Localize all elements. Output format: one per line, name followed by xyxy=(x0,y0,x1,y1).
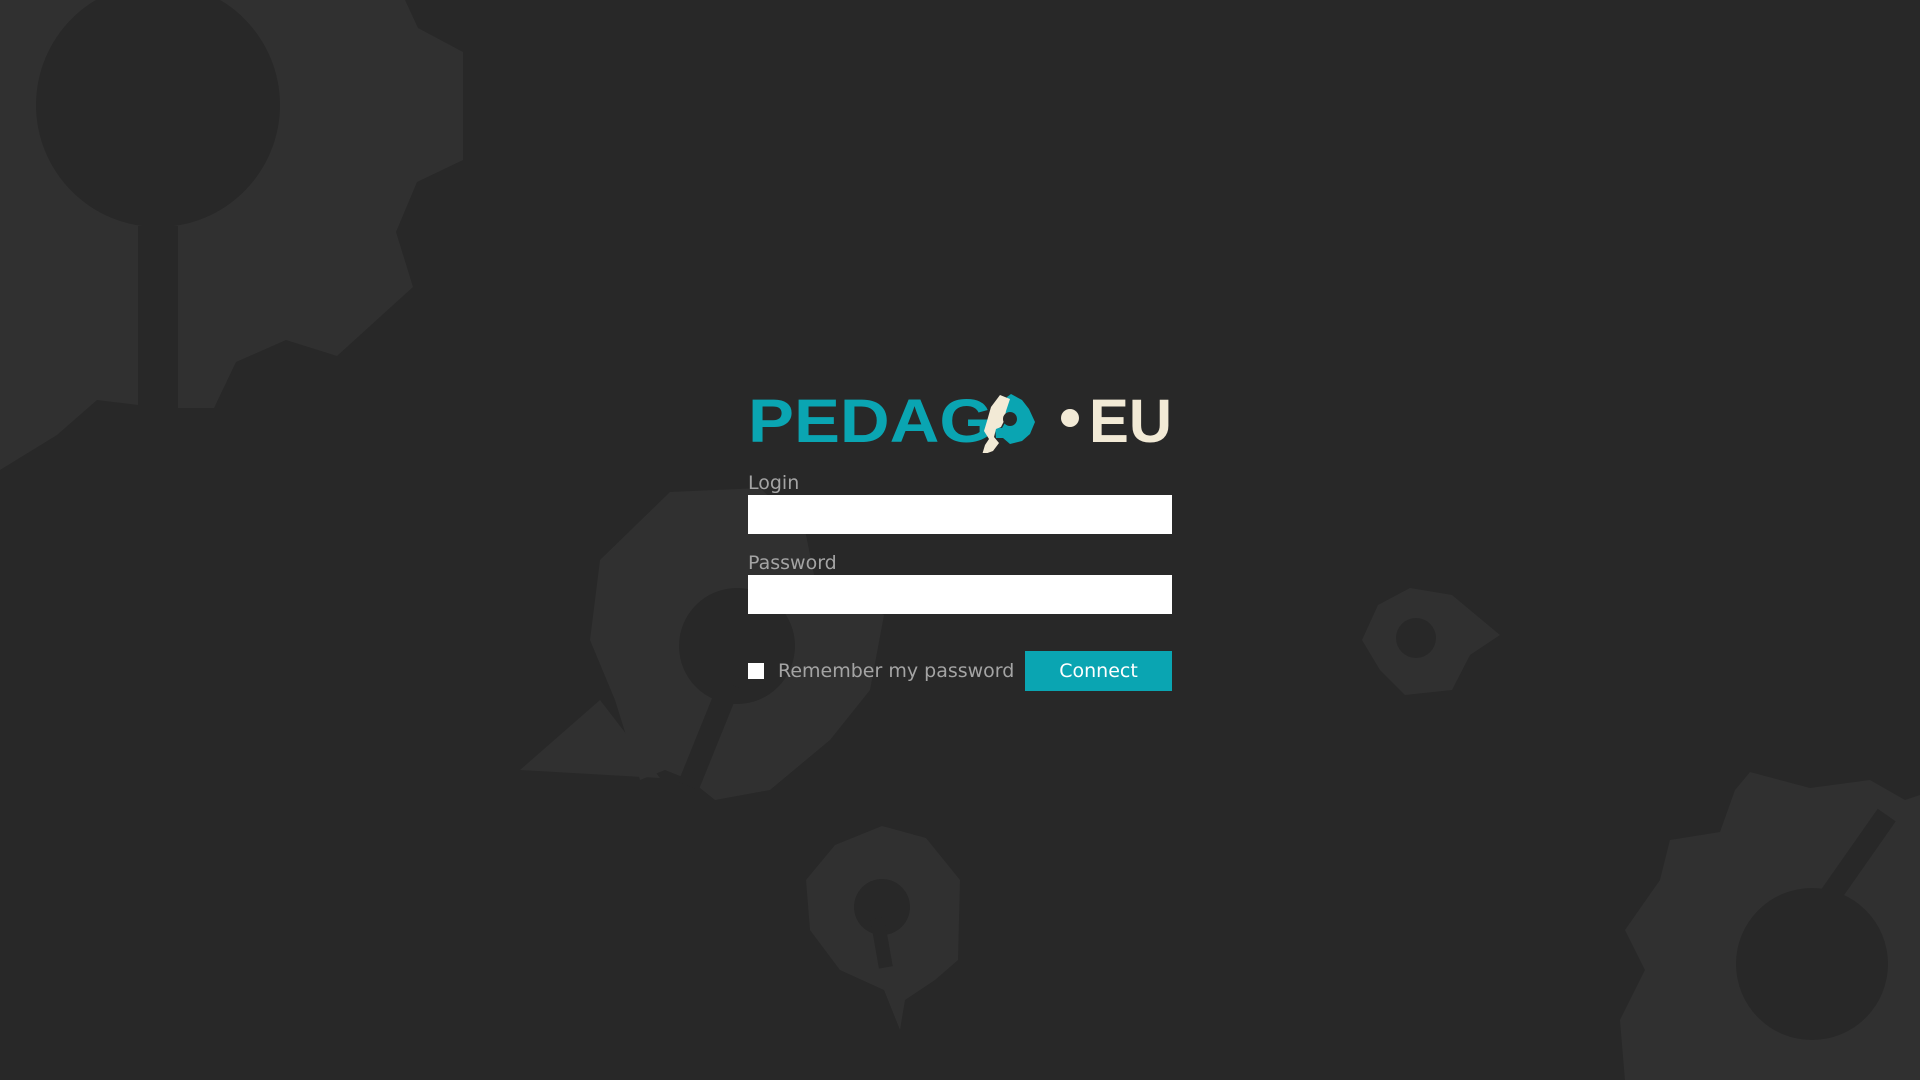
remember-password-checkbox[interactable] xyxy=(748,663,764,679)
logo-text-pedag: PEDAG xyxy=(748,391,993,453)
remember-password-label: Remember my password xyxy=(778,660,1015,682)
login-form: PEDAG EU Login Password Remember my pass… xyxy=(748,391,1172,691)
pedago-eu-logo: PEDAG EU xyxy=(748,391,1172,453)
login-label: Login xyxy=(748,472,800,494)
password-label: Password xyxy=(748,552,837,574)
remember-password-toggle[interactable]: Remember my password xyxy=(748,651,1014,691)
login-page: PEDAG EU Login Password Remember my pass… xyxy=(0,0,1920,1080)
connect-button[interactable]: Connect xyxy=(1025,651,1172,691)
login-input[interactable] xyxy=(748,495,1172,534)
form-actions: Remember my password Connect xyxy=(748,651,1172,691)
password-input[interactable] xyxy=(748,575,1172,614)
logo-text-eu: EU xyxy=(1089,391,1172,453)
logo-dot xyxy=(1061,409,1079,427)
